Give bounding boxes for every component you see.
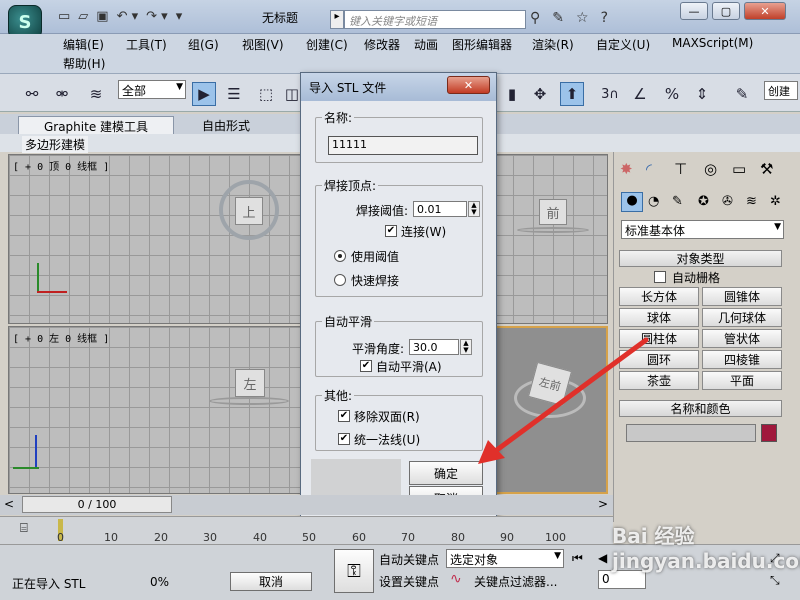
curve-icon: ∿	[450, 571, 462, 587]
tick-60: 60	[352, 531, 366, 544]
watermark: Bai 经验 jingyan.baidu.com	[612, 524, 800, 573]
previous-frame-icon[interactable]: ◀	[598, 551, 607, 565]
time-slider-thumb[interactable]: 0 / 100	[22, 496, 172, 513]
track-bar[interactable]: ⌸ 0 10 20 30 40 50 60 70 80 90 100	[0, 516, 613, 544]
tick-30: 30	[203, 531, 217, 544]
time-slider-right-arrow-icon[interactable]: >	[598, 497, 608, 511]
set-key-button[interactable]: 设置关键点	[379, 573, 439, 590]
go-to-start-icon[interactable]: ⏮	[572, 551, 583, 566]
key-filters-button[interactable]: 关键点过滤器...	[474, 573, 557, 590]
dropdown-arrow-icon: ▼	[554, 551, 561, 561]
time-slider-bar: < 0 / 100 >	[0, 495, 613, 515]
tick-20: 20	[154, 531, 168, 544]
tick-0: 0	[57, 531, 64, 544]
key-mode-icon[interactable]: ⚿	[334, 549, 374, 593]
tick-40: 40	[253, 531, 267, 544]
tick-80: 80	[451, 531, 465, 544]
selection-set-value: 选定对象	[450, 553, 499, 567]
tick-10: 10	[104, 531, 118, 544]
tick-100: 100	[545, 531, 566, 544]
frame-counter: 0 / 100	[77, 498, 117, 511]
status-text: 正在导入 STL	[12, 577, 86, 591]
tick-90: 90	[500, 531, 514, 544]
track-bar-menu-icon[interactable]: ⌸	[20, 521, 28, 536]
selection-set-dropdown[interactable]: 选定对象 ▼	[446, 549, 564, 568]
tick-70: 70	[401, 531, 415, 544]
status-cancel-button[interactable]: 取消	[230, 572, 312, 591]
time-slider-left-arrow-icon[interactable]: <	[4, 497, 14, 511]
auto-key-button[interactable]: 自动关键点	[379, 551, 439, 568]
tick-50: 50	[302, 531, 316, 544]
progress-percent: 0%	[150, 575, 170, 589]
